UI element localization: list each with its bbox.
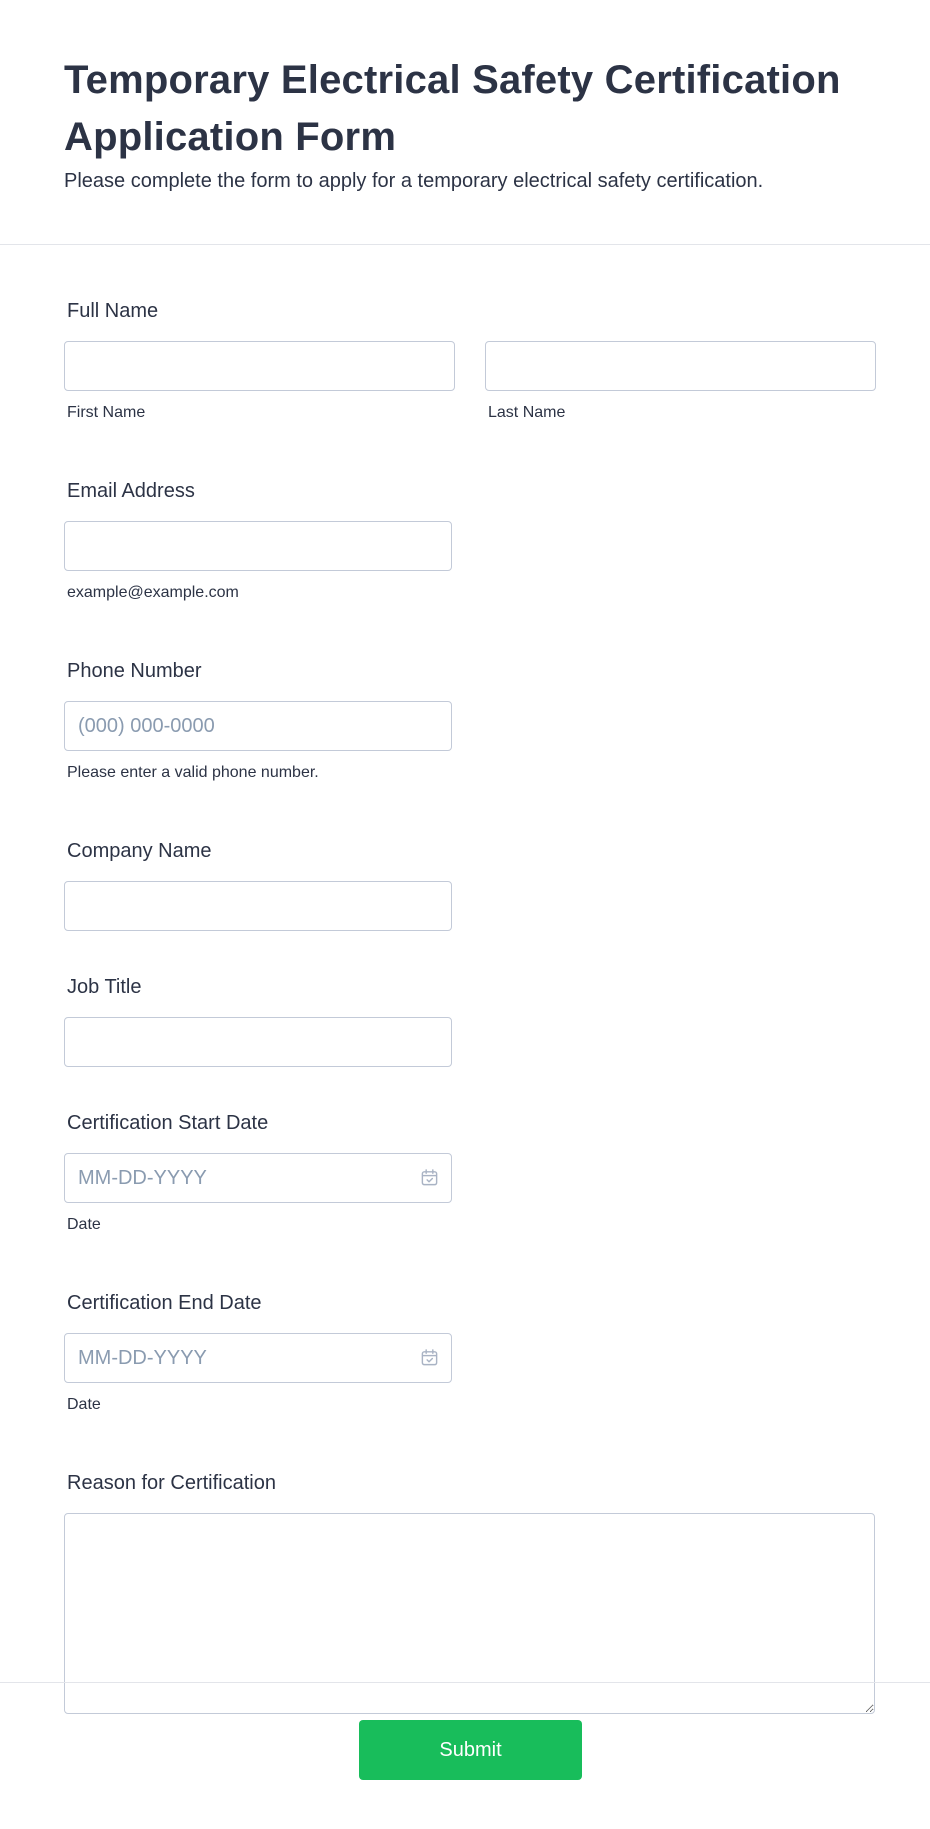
form-subtitle: Please complete the form to apply for a … xyxy=(64,170,764,192)
end-date-field: Certification End Date Date xyxy=(64,1289,866,1415)
form-body: Full Name First Name Last Name Email Add… xyxy=(0,245,930,1714)
reason-label: Reason for Certification xyxy=(67,1472,276,1494)
job-title-label: Job Title xyxy=(67,976,142,998)
start-date-label: Certification Start Date xyxy=(67,1112,269,1134)
full-name-field: Full Name First Name Last Name xyxy=(64,297,876,423)
end-date-label: Certification End Date xyxy=(67,1292,262,1314)
end-date-sublabel: Date xyxy=(67,1396,101,1413)
email-field: Email Address example@example.com xyxy=(64,477,866,603)
email-sublabel: example@example.com xyxy=(67,584,239,601)
start-date-field: Certification Start Date Date xyxy=(64,1109,866,1235)
form-title: Temporary Electrical Safety Certificatio… xyxy=(64,58,841,159)
calendar-icon[interactable] xyxy=(420,1348,439,1367)
end-date-input[interactable] xyxy=(64,1333,452,1383)
company-label: Company Name xyxy=(67,840,212,862)
submit-button[interactable]: Submit xyxy=(359,1720,582,1780)
email-label: Email Address xyxy=(67,480,195,502)
form-footer: Submit xyxy=(0,1682,930,1829)
reason-field: Reason for Certification xyxy=(64,1469,875,1714)
phone-input[interactable] xyxy=(64,701,452,751)
start-date-input[interactable] xyxy=(64,1153,452,1203)
phone-label: Phone Number xyxy=(67,660,202,682)
calendar-icon[interactable] xyxy=(420,1168,439,1187)
last-name-input[interactable] xyxy=(485,341,876,391)
first-name-input[interactable] xyxy=(64,341,455,391)
start-date-sublabel: Date xyxy=(67,1216,101,1233)
full-name-label: Full Name xyxy=(67,300,159,322)
end-date-wrapper xyxy=(64,1333,452,1383)
form-header: Temporary Electrical Safety Certificatio… xyxy=(0,0,930,245)
first-name-sublabel: First Name xyxy=(67,404,146,421)
last-name-sublabel: Last Name xyxy=(488,404,566,421)
company-input[interactable] xyxy=(64,881,452,931)
company-field: Company Name xyxy=(64,837,866,931)
job-title-input[interactable] xyxy=(64,1017,452,1067)
start-date-wrapper xyxy=(64,1153,452,1203)
phone-field: Phone Number Please enter a valid phone … xyxy=(64,657,866,783)
phone-sublabel: Please enter a valid phone number. xyxy=(67,764,319,781)
job-title-field: Job Title xyxy=(64,973,866,1067)
application-form: Temporary Electrical Safety Certificatio… xyxy=(0,0,930,1829)
email-input[interactable] xyxy=(64,521,452,571)
